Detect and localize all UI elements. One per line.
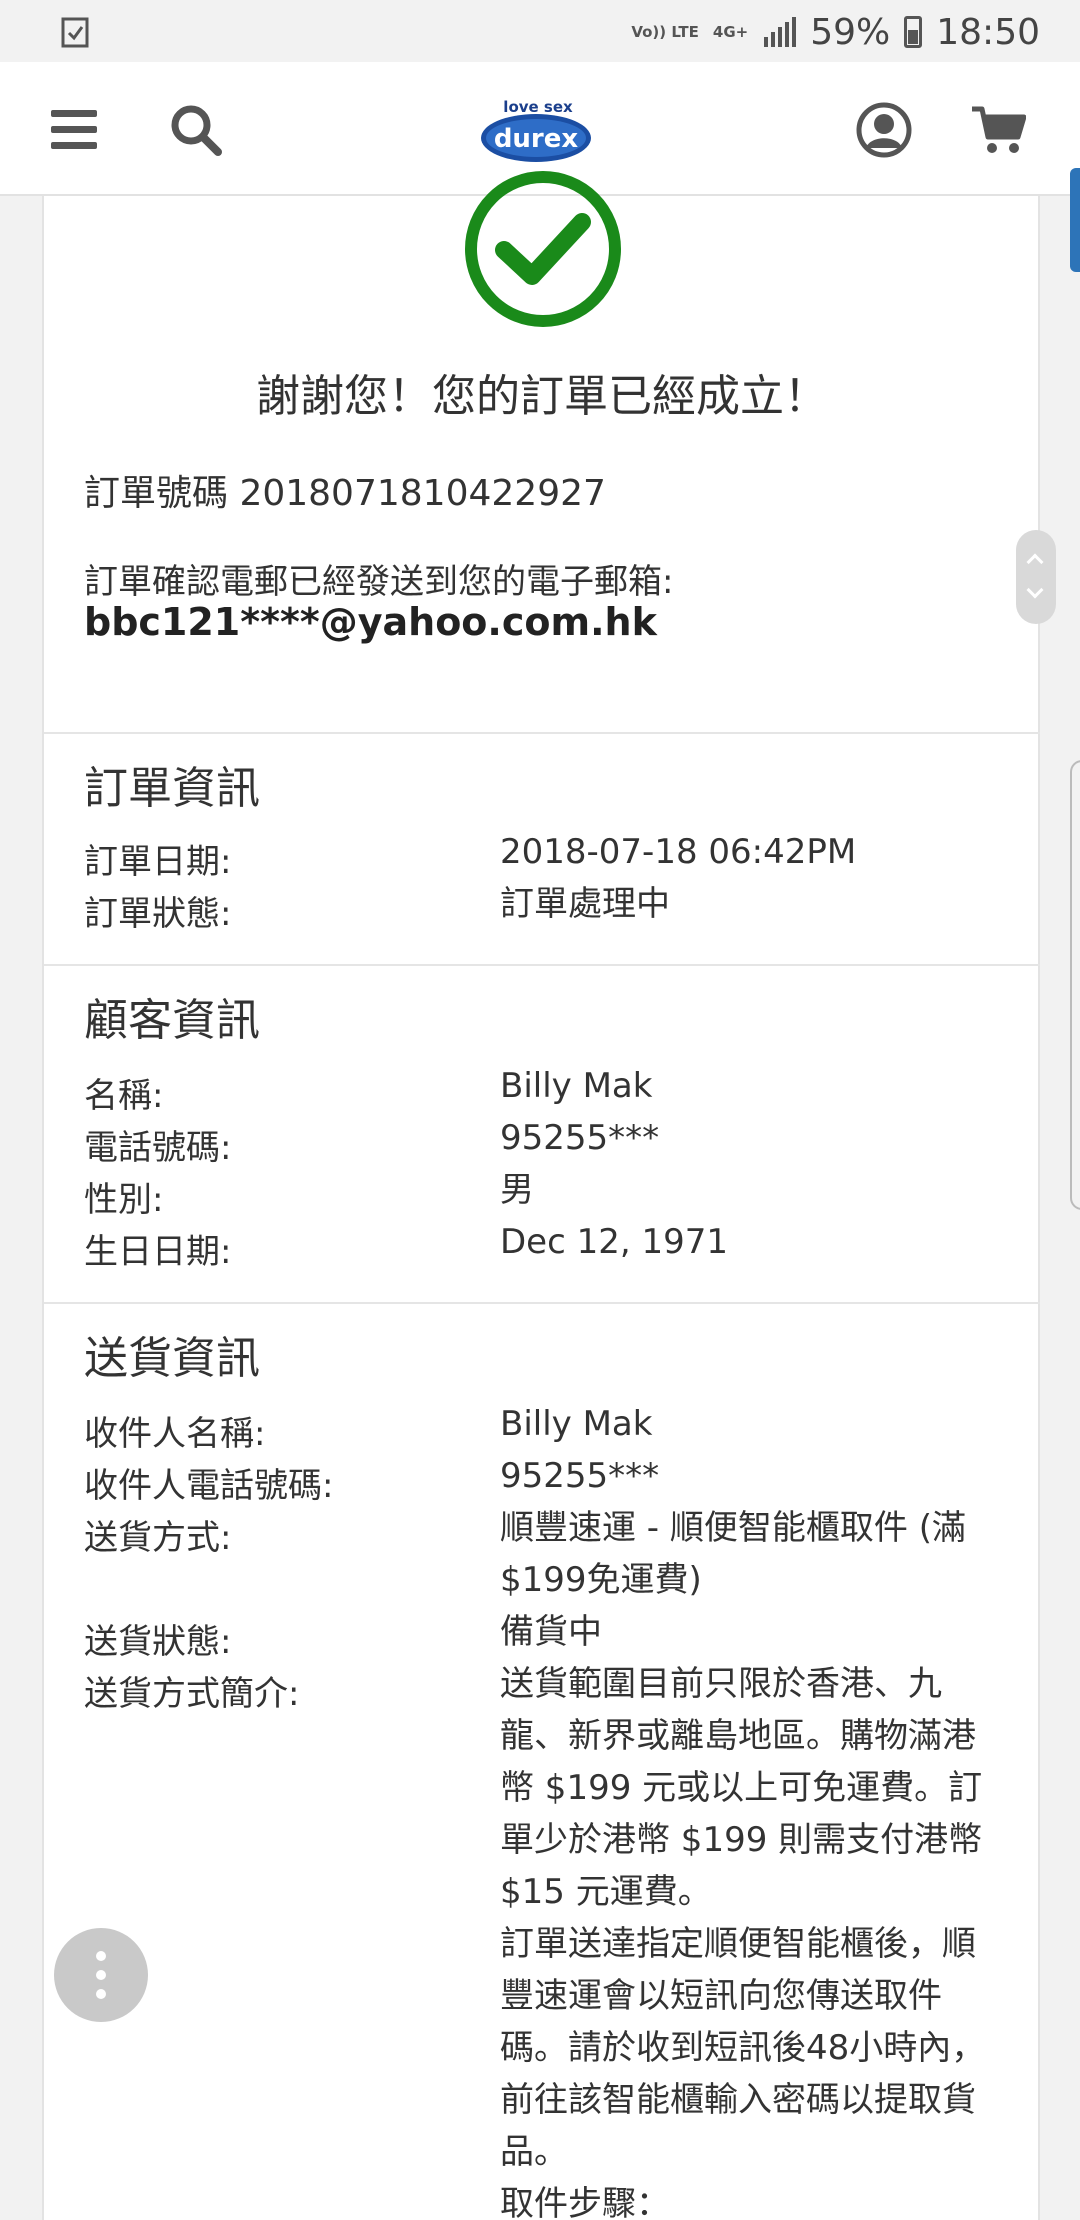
row-label: 電話號碼:	[84, 1128, 232, 1168]
thank-you-title: 謝謝您！您的訂單已經成立！	[256, 371, 828, 422]
row-value: 順豐速運 - 順便智能櫃取件 (滿$199免運費)	[500, 1508, 966, 1600]
durex-logo[interactable]: love sex durex	[478, 82, 598, 178]
order-info-title: 訂單資訊	[84, 763, 260, 814]
volte-indicator: Vo)) LTE	[631, 22, 699, 41]
row-label: 收件人名稱:	[84, 1414, 266, 1454]
row-value: Billy Mak	[500, 1066, 653, 1106]
user-account-icon[interactable]	[852, 98, 916, 162]
row-value: 送貨範圍目前只限於香港、九龍、新界或離島地區。購物滿港幣 $199 元或以上可免…	[500, 1664, 983, 1912]
pickup-steps-heading: 取件步驟：	[500, 2184, 670, 2220]
row-label: 性別:	[84, 1180, 164, 1220]
divider	[44, 1302, 1040, 1304]
row-label: 送貨狀態:	[84, 1622, 232, 1662]
more-vertical-icon[interactable]	[54, 1928, 148, 2022]
order-confirmation-card: 謝謝您！您的訂單已經成立！ 訂單號碼 2018071810422927 訂單確認…	[42, 171, 1040, 2220]
row-value: 備貨中	[500, 1612, 602, 1652]
check-circle-icon	[465, 171, 621, 327]
row-value: 95255***	[500, 1118, 660, 1158]
row-label: 收件人電話號碼:	[84, 1466, 334, 1506]
battery-icon	[904, 16, 923, 48]
row-label: 名稱:	[84, 1076, 164, 1116]
chevron-down-icon[interactable]	[1026, 581, 1044, 599]
status-bar: Vo)) LTE 4G+ 59% 18:50	[0, 0, 1080, 62]
signal-icon	[764, 17, 797, 47]
email-sent-text: 訂單確認電郵已經發送到您的電子郵箱:	[84, 562, 674, 602]
side-tab[interactable]	[1070, 168, 1080, 272]
battery-percent: 59%	[810, 11, 891, 53]
row-label: 送貨方式簡介:	[84, 1674, 300, 1714]
row-label: 訂單日期:	[84, 842, 232, 882]
side-panel-edge[interactable]	[1070, 760, 1080, 1210]
customer-info-title: 顧客資訊	[84, 995, 260, 1046]
shopping-cart-icon[interactable]	[966, 98, 1030, 162]
clipboard-check-icon	[61, 17, 89, 48]
delivery-description-paragraph: 訂單送達指定順便智能櫃後，順豐速運會以短訊向您傳送取件碼。請於收到短訊後48小時…	[500, 1924, 986, 2172]
row-value: 2018-07-18 06:42PM	[500, 832, 857, 872]
row-value: 95255***	[500, 1456, 660, 1496]
row-value: Billy Mak	[500, 1404, 653, 1444]
hamburger-menu-icon[interactable]	[42, 98, 106, 162]
row-value: 男	[500, 1170, 534, 1210]
search-icon[interactable]	[164, 98, 228, 162]
divider	[44, 964, 1040, 966]
delivery-info-title: 送貨資訊	[84, 1333, 260, 1384]
clock: 18:50	[936, 11, 1040, 53]
network-type-indicator: 4G+	[712, 22, 749, 41]
svg-text:durex: durex	[494, 124, 579, 154]
email-address: bbc121****@yahoo.com.hk	[84, 600, 657, 644]
row-label: 送貨方式:	[84, 1518, 232, 1558]
scroll-widget[interactable]	[1016, 530, 1056, 624]
chevron-up-icon[interactable]	[1026, 553, 1044, 571]
order-number: 訂單號碼 2018071810422927	[84, 473, 606, 514]
row-label: 生日日期:	[84, 1232, 232, 1272]
divider	[44, 732, 1040, 734]
row-label: 訂單狀態:	[84, 894, 232, 934]
svg-text:love sex: love sex	[503, 98, 573, 116]
row-value: 訂單處理中	[500, 884, 670, 924]
row-value: Dec 12, 1971	[500, 1222, 729, 1262]
